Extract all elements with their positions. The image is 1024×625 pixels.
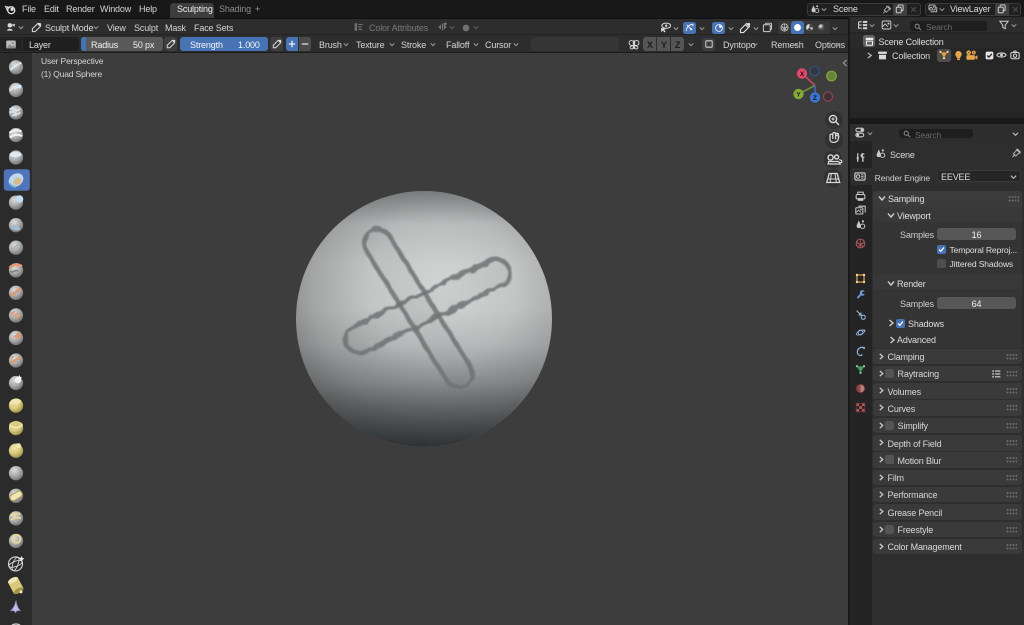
svg-text:Y: Y — [796, 92, 801, 99]
svg-text:X: X — [800, 71, 805, 78]
svg-text:Z: Z — [813, 95, 817, 102]
